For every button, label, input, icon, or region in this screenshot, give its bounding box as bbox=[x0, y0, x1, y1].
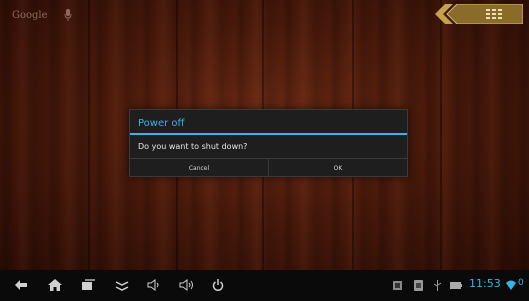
battery-icon bbox=[450, 282, 462, 289]
system-nav-bar: 11:53 0 bbox=[0, 270, 529, 301]
apps-grid-icon bbox=[486, 9, 502, 19]
volume-down-icon[interactable] bbox=[147, 279, 161, 291]
dialog-title: Power off bbox=[138, 118, 185, 129]
back-icon[interactable] bbox=[14, 279, 28, 291]
signal-indicator: 0 bbox=[518, 278, 524, 288]
ok-button[interactable]: OK bbox=[269, 159, 407, 177]
home-top-bar: Google bbox=[0, 0, 529, 30]
google-search-label[interactable]: Google bbox=[12, 10, 48, 21]
dialog-title-divider bbox=[130, 133, 407, 135]
dialog-message: Do you want to shut down? bbox=[138, 142, 248, 151]
home-icon[interactable] bbox=[48, 279, 62, 291]
screenshot-icon bbox=[393, 281, 402, 290]
wood-seam bbox=[88, 0, 90, 270]
recent-apps-icon[interactable] bbox=[82, 279, 96, 291]
wifi-icon bbox=[506, 280, 516, 290]
menu-chevron-icon[interactable] bbox=[115, 279, 129, 291]
cancel-button[interactable]: Cancel bbox=[130, 159, 268, 177]
wood-seam bbox=[440, 0, 442, 270]
apps-tab-shape bbox=[435, 3, 524, 25]
volume-up-icon[interactable] bbox=[179, 279, 195, 291]
mic-icon[interactable] bbox=[64, 9, 72, 21]
clock-time: 11:53 bbox=[469, 277, 501, 290]
power-off-dialog: Power off Do you want to shut down? Canc… bbox=[129, 109, 408, 177]
dialog-button-bar: Cancel OK bbox=[130, 158, 407, 177]
usb-icon bbox=[434, 280, 441, 291]
all-apps-button[interactable] bbox=[435, 3, 524, 25]
notification-icon bbox=[414, 280, 423, 291]
power-icon[interactable] bbox=[212, 279, 224, 291]
